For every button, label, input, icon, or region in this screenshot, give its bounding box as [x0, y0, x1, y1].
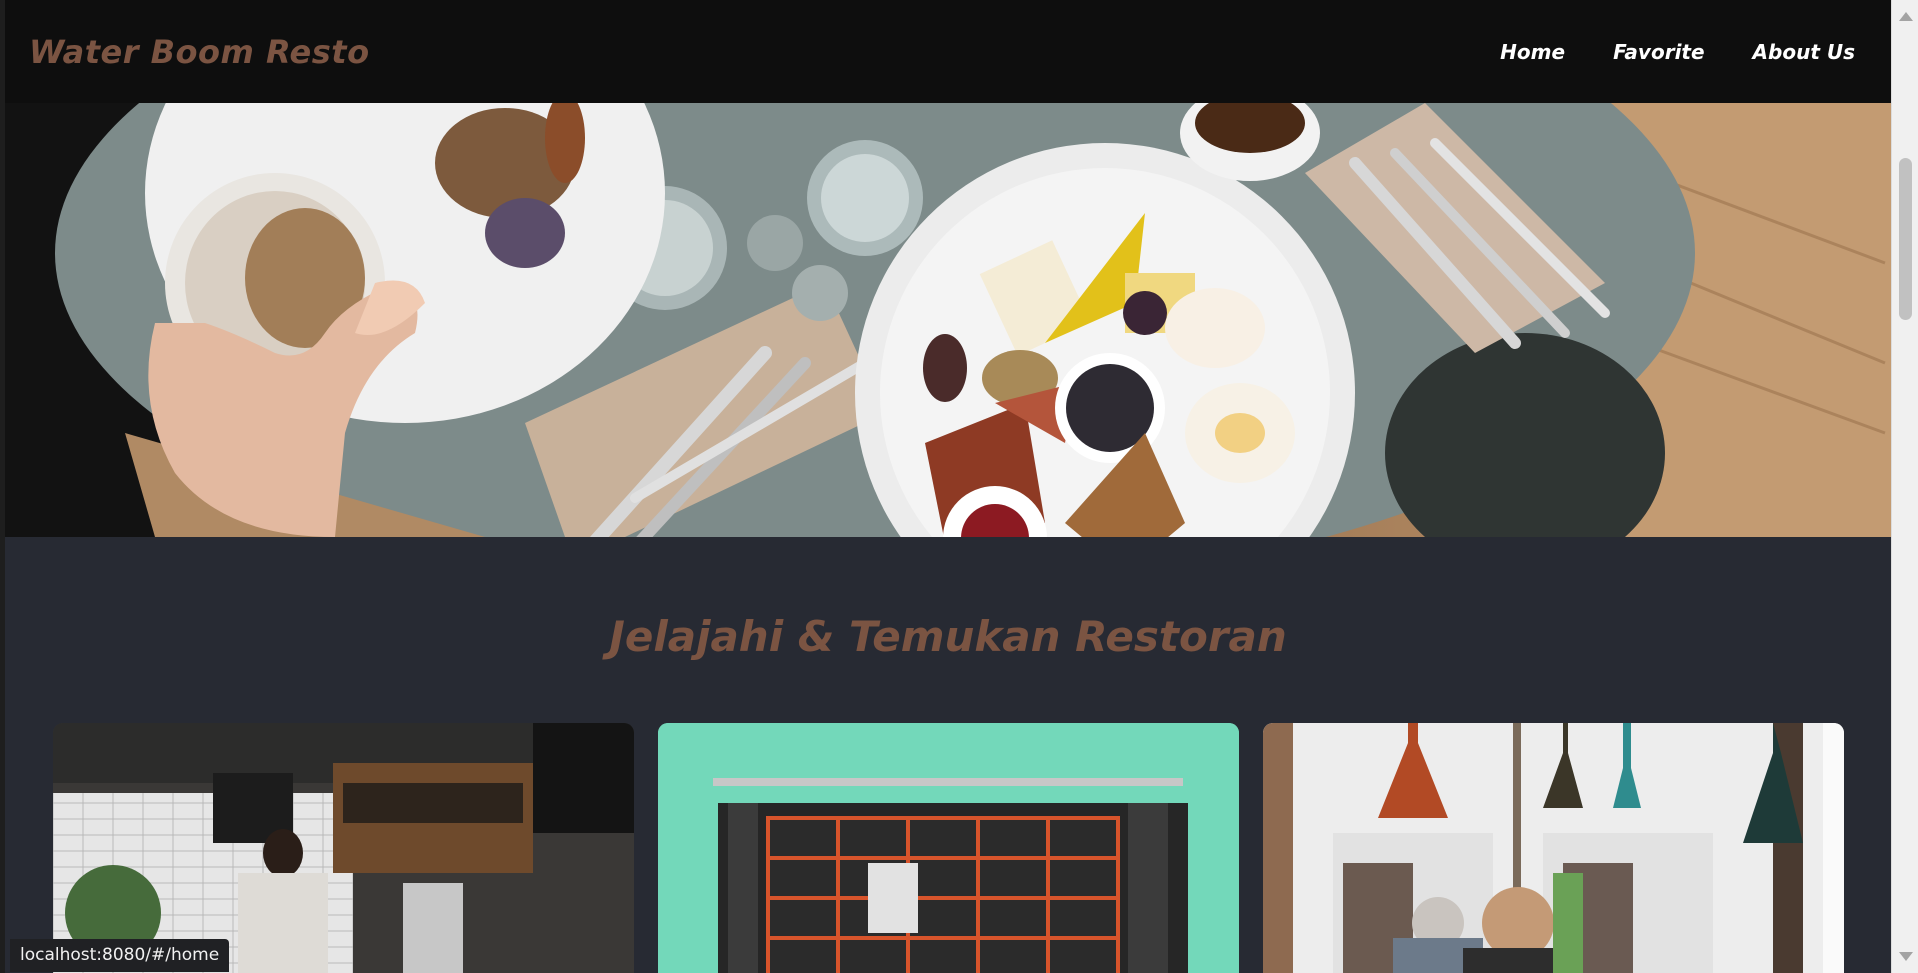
restaurant-card[interactable]	[1263, 723, 1844, 973]
restaurant-card-image	[658, 723, 1239, 973]
main-nav: Home Favorite About Us	[1500, 40, 1855, 64]
vertical-scrollbar[interactable]	[1891, 0, 1918, 973]
scroll-thumb[interactable]	[1899, 158, 1912, 320]
restaurant-card-image	[53, 723, 634, 973]
status-bar-url: localhost:8080/#/home	[10, 939, 230, 972]
brand-logo[interactable]: Water Boom Resto	[29, 33, 370, 71]
hero-image	[5, 103, 1891, 537]
scroll-up-icon[interactable]	[1899, 12, 1913, 21]
restaurant-card[interactable]	[658, 723, 1239, 973]
nav-favorite-link[interactable]: Favorite	[1613, 40, 1704, 64]
page-viewport: Water Boom Resto Home Favorite About Us	[5, 0, 1891, 973]
nav-home-link[interactable]: Home	[1500, 40, 1565, 64]
scroll-down-icon[interactable]	[1899, 952, 1913, 961]
restaurant-card-list	[53, 723, 1845, 973]
nav-about-link[interactable]: About Us	[1753, 40, 1855, 64]
restaurant-card-image	[1263, 723, 1844, 973]
section-title: Jelajahi & Temukan Restoran	[609, 612, 1287, 661]
hero-breakfast-illustration	[5, 103, 1891, 537]
restaurant-card[interactable]	[53, 723, 634, 973]
app-header: Water Boom Resto Home Favorite About Us	[5, 0, 1891, 103]
